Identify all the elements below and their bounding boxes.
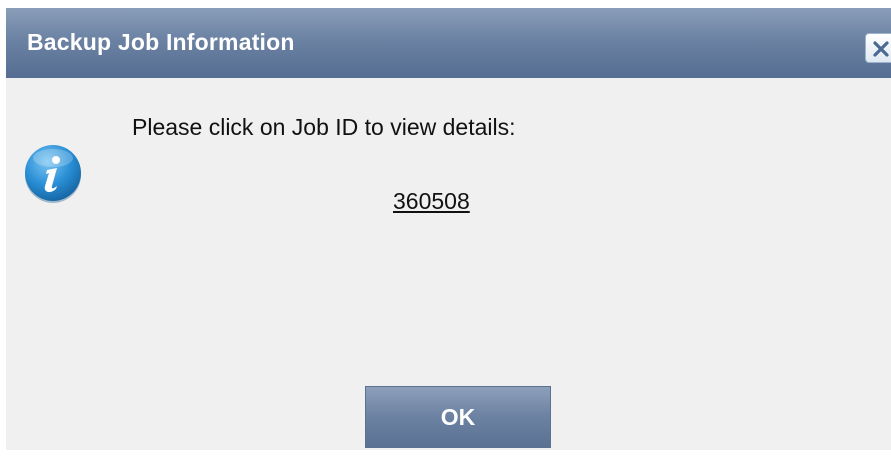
job-id-link[interactable]: 360508 [393, 188, 470, 215]
ok-button[interactable]: OK [365, 386, 551, 448]
close-button[interactable] [865, 33, 891, 63]
backup-job-dialog: Backup Job Information Please click on J… [6, 8, 891, 450]
close-icon [873, 41, 889, 57]
info-icon [25, 145, 81, 203]
ok-button-label: OK [440, 403, 476, 430]
dialog-title: Backup Job Information [27, 29, 295, 55]
dialog-titlebar: Backup Job Information [6, 8, 891, 78]
instruction-message: Please click on Job ID to view details: [132, 114, 516, 140]
